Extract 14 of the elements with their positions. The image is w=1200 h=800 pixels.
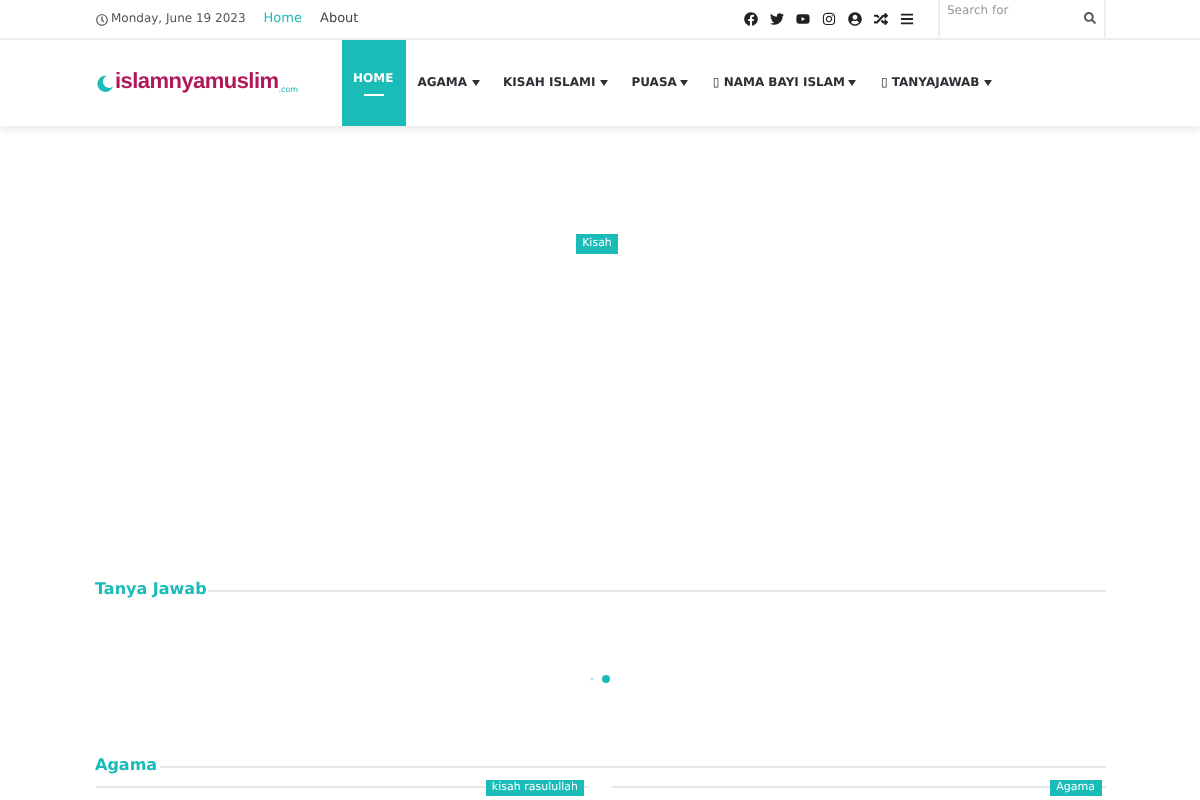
menu-icon[interactable] bbox=[899, 12, 913, 26]
twitter-icon[interactable] bbox=[769, 12, 783, 26]
logo-text: islamnyamuslim bbox=[115, 72, 279, 94]
shuffle-icon[interactable] bbox=[873, 12, 887, 26]
crescent-icon bbox=[95, 74, 113, 92]
search-icon[interactable] bbox=[1083, 11, 1095, 23]
youtube-icon[interactable] bbox=[795, 12, 809, 26]
facebook-icon[interactable] bbox=[743, 12, 757, 26]
clock-icon bbox=[95, 13, 107, 25]
section-title: Agama bbox=[95, 754, 158, 779]
section-title: Tanya Jawab bbox=[95, 578, 207, 603]
user-icon[interactable] bbox=[847, 12, 861, 26]
instagram-icon[interactable] bbox=[821, 12, 835, 26]
loader-icon bbox=[588, 673, 612, 684]
